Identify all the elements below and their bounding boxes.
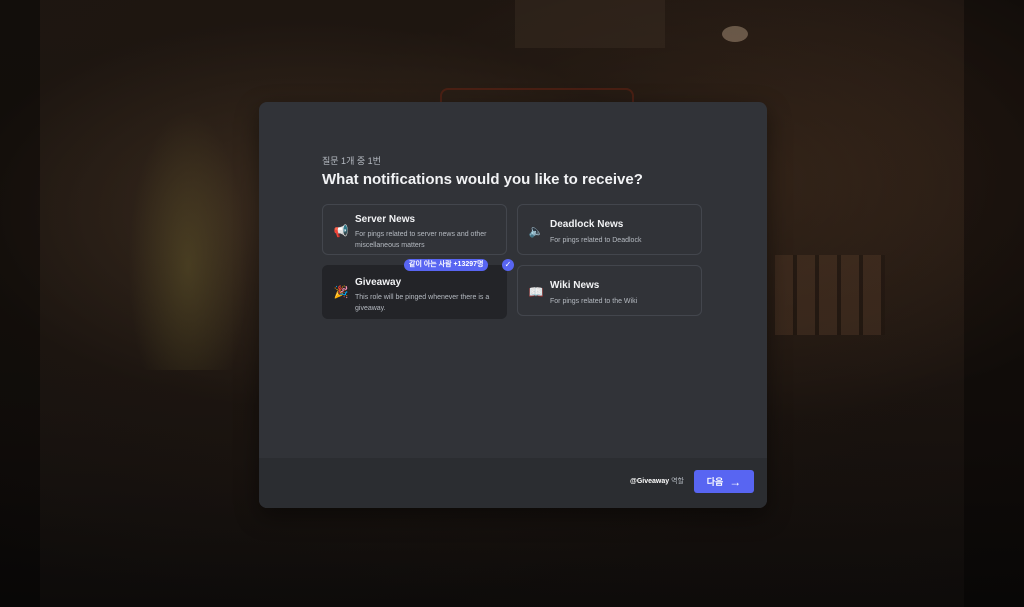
party-popper-icon: 🎉 (333, 285, 349, 299)
role-suffix: 역할 (671, 478, 684, 485)
option-description: For pings related to the Wiki (550, 298, 638, 305)
option-description: This role will be pinged whenever there … (355, 294, 490, 312)
arrow-right-icon: → (729, 474, 742, 489)
speaker-icon: 🔈 (528, 224, 544, 238)
question-progress: 질문 1개 중 1번 (322, 156, 381, 166)
onboarding-dialog: 질문 1개 중 1번 What notifications would you … (259, 102, 767, 508)
mutual-members-badge: 같이 아는 사람 +13297명 (404, 259, 489, 271)
megaphone-icon: 📢 (333, 224, 349, 238)
next-button-label: 다음 (706, 477, 724, 487)
book-icon: 📖 (528, 285, 544, 299)
background-window (515, 0, 665, 48)
option-title: Giveaway (355, 277, 402, 288)
dialog-body: 질문 1개 중 1번 What notifications would you … (259, 102, 767, 458)
next-button[interactable]: 다음 → (694, 470, 754, 493)
selected-role-summary: @Giveaway 역할 (630, 476, 684, 486)
checkmark-icon: ✓ (502, 259, 514, 271)
option-description: For pings related to Deadlock (550, 237, 642, 244)
background-shelf (775, 255, 885, 335)
background-pillar (0, 0, 40, 607)
option-title: Server News (355, 214, 416, 225)
question-title: What notifications would you like to rec… (322, 171, 643, 188)
option-giveaway[interactable]: 🎉 Giveaway This role will be pinged when… (322, 265, 507, 319)
option-title: Deadlock News (550, 219, 624, 230)
option-description: For pings related to server news and oth… (355, 231, 487, 249)
option-deadlock-news[interactable]: 🔈 Deadlock News For pings related to Dea… (517, 204, 702, 255)
background-pillar (964, 0, 1024, 607)
option-title: Wiki News (550, 280, 600, 291)
option-wiki-news[interactable]: 📖 Wiki News For pings related to the Wik… (517, 265, 702, 316)
dialog-footer: @Giveaway 역할 다음 → (259, 458, 767, 508)
background-character (128, 110, 248, 370)
role-mention: @Giveaway (630, 478, 670, 485)
option-server-news[interactable]: 📢 Server News For pings related to serve… (322, 204, 507, 255)
background-lamp (722, 26, 748, 42)
